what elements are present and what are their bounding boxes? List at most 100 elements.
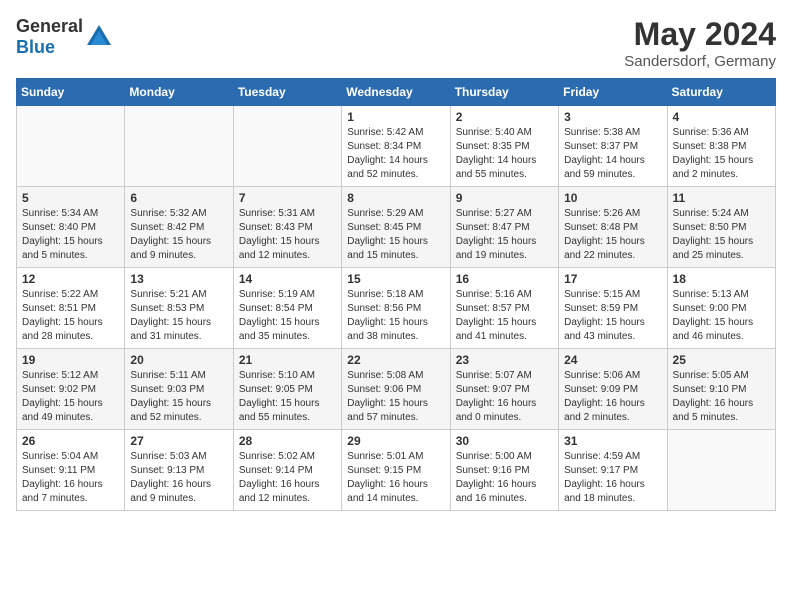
day-info: Sunrise: 5:01 AM Sunset: 9:15 PM Dayligh… (347, 450, 444, 506)
day-number: 4 (673, 110, 770, 124)
day-cell (667, 430, 775, 511)
day-info: Sunrise: 5:02 AM Sunset: 9:14 PM Dayligh… (239, 450, 336, 506)
day-info: Sunrise: 5:21 AM Sunset: 8:53 PM Dayligh… (130, 288, 227, 344)
day-cell: 14Sunrise: 5:19 AM Sunset: 8:54 PM Dayli… (233, 268, 341, 349)
day-info: Sunrise: 5:15 AM Sunset: 8:59 PM Dayligh… (564, 288, 661, 344)
day-number: 18 (673, 272, 770, 286)
day-number: 12 (22, 272, 119, 286)
day-info: Sunrise: 5:34 AM Sunset: 8:40 PM Dayligh… (22, 207, 119, 263)
day-cell: 25Sunrise: 5:05 AM Sunset: 9:10 PM Dayli… (667, 349, 775, 430)
day-number: 30 (456, 434, 553, 448)
day-cell: 6 Sunrise: 5:32 AM Sunset: 8:42 PM Daylig… (125, 187, 233, 268)
day-info: Sunrise: 5:19 AM Sunset: 8:54 PM Dayligh… (239, 288, 336, 344)
calendar-location: Sandersdorf, Germany (624, 53, 776, 70)
day-cell: 12 Sunrise: 5:22 AM Sunset: 8:51 PM Dayli… (17, 268, 125, 349)
day-cell (17, 106, 125, 187)
day-cell: 28 Sunrise: 5:02 AM Sunset: 9:14 PM Dayli… (233, 430, 341, 511)
day-cell: 5 Sunrise: 5:34 AM Sunset: 8:40 PM Daylig… (17, 187, 125, 268)
day-number: 19 (22, 353, 119, 367)
day-number: 23 (456, 353, 553, 367)
day-cell: 18 Sunrise: 5:13 AM Sunset: 9:00 PM Dayli… (667, 268, 775, 349)
day-cell: 16 Sunrise: 5:16 AM Sunset: 8:57 PM Dayli… (450, 268, 558, 349)
title-block: May 2024 Sandersdorf, Germany (624, 16, 776, 70)
day-info: Sunrise: 5:38 AM Sunset: 8:37 PM Dayligh… (564, 126, 661, 182)
day-cell: 31 Sunrise: 4:59 AM Sunset: 9:17 PM Dayli… (559, 430, 667, 511)
day-number: 5 (22, 191, 119, 205)
day-number: 17 (564, 272, 661, 286)
day-cell: 27 Sunrise: 5:03 AM Sunset: 9:13 PM Dayli… (125, 430, 233, 511)
day-info: Sunrise: 5:11 AM Sunset: 9:03 PM Dayligh… (130, 369, 227, 425)
weekday-header-sunday: Sunday (17, 79, 125, 106)
day-info: Sunrise: 5:12 AM Sunset: 9:02 PM Dayligh… (22, 369, 119, 425)
calendar-title: May 2024 (624, 16, 776, 53)
logo-general: General (16, 16, 83, 36)
week-row-5: 26 Sunrise: 5:04 AM Sunset: 9:11 PM Dayli… (17, 430, 776, 511)
day-info: Sunrise: 5:07 AM Sunset: 9:07 PM Dayligh… (456, 369, 553, 425)
day-number: 10 (564, 191, 661, 205)
week-row-4: 19 Sunrise: 5:12 AM Sunset: 9:02 PM Dayli… (17, 349, 776, 430)
day-info: Sunrise: 5:42 AM Sunset: 8:34 PM Dayligh… (347, 126, 444, 182)
day-cell: 13Sunrise: 5:21 AM Sunset: 8:53 PM Dayli… (125, 268, 233, 349)
day-cell: 29Sunrise: 5:01 AM Sunset: 9:15 PM Dayli… (342, 430, 450, 511)
day-cell: 21 Sunrise: 5:10 AM Sunset: 9:05 PM Dayli… (233, 349, 341, 430)
day-number: 31 (564, 434, 661, 448)
day-cell (233, 106, 341, 187)
logo-icon (85, 23, 113, 51)
day-info: Sunrise: 5:00 AM Sunset: 9:16 PM Dayligh… (456, 450, 553, 506)
week-row-2: 5 Sunrise: 5:34 AM Sunset: 8:40 PM Daylig… (17, 187, 776, 268)
day-info: Sunrise: 5:04 AM Sunset: 9:11 PM Dayligh… (22, 450, 119, 506)
day-cell: 10Sunrise: 5:26 AM Sunset: 8:48 PM Dayli… (559, 187, 667, 268)
day-number: 2 (456, 110, 553, 124)
day-cell: 24 Sunrise: 5:06 AM Sunset: 9:09 PM Dayli… (559, 349, 667, 430)
day-info: Sunrise: 5:22 AM Sunset: 8:51 PM Dayligh… (22, 288, 119, 344)
day-info: Sunrise: 5:10 AM Sunset: 9:05 PM Dayligh… (239, 369, 336, 425)
week-row-1: 1 Sunrise: 5:42 AM Sunset: 8:34 PM Daylig… (17, 106, 776, 187)
weekday-header-thursday: Thursday (450, 79, 558, 106)
day-info: Sunrise: 5:13 AM Sunset: 9:00 PM Dayligh… (673, 288, 770, 344)
day-cell: 22Sunrise: 5:08 AM Sunset: 9:06 PM Dayli… (342, 349, 450, 430)
day-number: 25 (673, 353, 770, 367)
day-number: 3 (564, 110, 661, 124)
day-number: 27 (130, 434, 227, 448)
day-number: 28 (239, 434, 336, 448)
day-cell: 20Sunrise: 5:11 AM Sunset: 9:03 PM Dayli… (125, 349, 233, 430)
day-info: Sunrise: 5:24 AM Sunset: 8:50 PM Dayligh… (673, 207, 770, 263)
day-cell: 2 Sunrise: 5:40 AM Sunset: 8:35 PM Daylig… (450, 106, 558, 187)
day-info: Sunrise: 5:36 AM Sunset: 8:38 PM Dayligh… (673, 126, 770, 182)
logo: General Blue (16, 16, 113, 58)
day-info: Sunrise: 5:16 AM Sunset: 8:57 PM Dayligh… (456, 288, 553, 344)
day-info: Sunrise: 5:27 AM Sunset: 8:47 PM Dayligh… (456, 207, 553, 263)
day-info: Sunrise: 5:03 AM Sunset: 9:13 PM Dayligh… (130, 450, 227, 506)
day-cell: 26 Sunrise: 5:04 AM Sunset: 9:11 PM Dayli… (17, 430, 125, 511)
day-info: Sunrise: 4:59 AM Sunset: 9:17 PM Dayligh… (564, 450, 661, 506)
day-cell: 7Sunrise: 5:31 AM Sunset: 8:43 PM Daylig… (233, 187, 341, 268)
day-number: 24 (564, 353, 661, 367)
day-info: Sunrise: 5:18 AM Sunset: 8:56 PM Dayligh… (347, 288, 444, 344)
day-cell: 17 Sunrise: 5:15 AM Sunset: 8:59 PM Dayli… (559, 268, 667, 349)
day-number: 26 (22, 434, 119, 448)
day-cell (125, 106, 233, 187)
weekday-header-tuesday: Tuesday (233, 79, 341, 106)
day-number: 6 (130, 191, 227, 205)
weekday-header-monday: Monday (125, 79, 233, 106)
day-info: Sunrise: 5:31 AM Sunset: 8:43 PM Dayligh… (239, 207, 336, 263)
calendar-table: SundayMondayTuesdayWednesdayThursdayFrid… (16, 78, 776, 511)
weekday-header-saturday: Saturday (667, 79, 775, 106)
day-info: Sunrise: 5:06 AM Sunset: 9:09 PM Dayligh… (564, 369, 661, 425)
day-cell: 30 Sunrise: 5:00 AM Sunset: 9:16 PM Dayli… (450, 430, 558, 511)
day-number: 21 (239, 353, 336, 367)
day-cell: 15 Sunrise: 5:18 AM Sunset: 8:56 PM Dayli… (342, 268, 450, 349)
day-cell: 23 Sunrise: 5:07 AM Sunset: 9:07 PM Dayli… (450, 349, 558, 430)
day-number: 16 (456, 272, 553, 286)
day-cell: 3 Sunrise: 5:38 AM Sunset: 8:37 PM Daylig… (559, 106, 667, 187)
day-info: Sunrise: 5:32 AM Sunset: 8:42 PM Dayligh… (130, 207, 227, 263)
day-cell: 19 Sunrise: 5:12 AM Sunset: 9:02 PM Dayli… (17, 349, 125, 430)
logo-blue: Blue (16, 37, 55, 57)
day-number: 9 (456, 191, 553, 205)
day-cell: 11Sunrise: 5:24 AM Sunset: 8:50 PM Dayli… (667, 187, 775, 268)
day-number: 1 (347, 110, 444, 124)
day-number: 15 (347, 272, 444, 286)
weekday-header-friday: Friday (559, 79, 667, 106)
day-info: Sunrise: 5:40 AM Sunset: 8:35 PM Dayligh… (456, 126, 553, 182)
weekday-header-row: SundayMondayTuesdayWednesdayThursdayFrid… (17, 79, 776, 106)
